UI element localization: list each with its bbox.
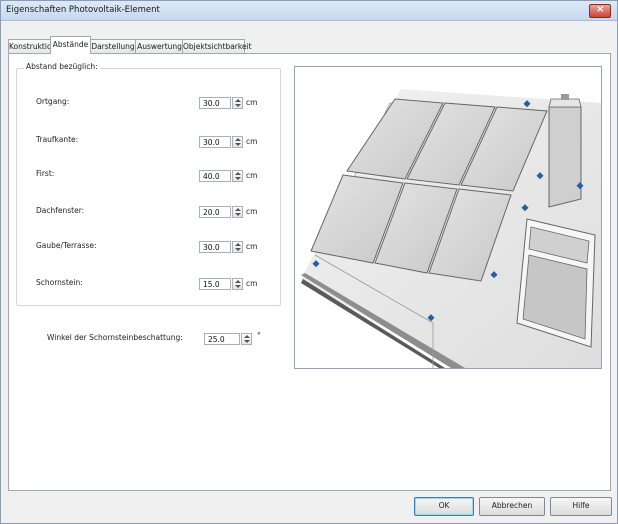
tab-konstruktion[interactable]: Konstruktion <box>8 39 56 53</box>
first-spinner[interactable] <box>232 170 243 182</box>
schornstein-input[interactable]: 15.0 <box>199 278 231 290</box>
winkel-unit: ° <box>257 331 261 340</box>
label-schornstein: Schornstein: <box>36 278 83 287</box>
roof-preview <box>294 66 602 369</box>
first-unit: cm <box>246 171 258 180</box>
title-bar: Eigenschaften Photovoltaik-Element × <box>1 1 617 21</box>
traufkante-spinner[interactable] <box>232 136 243 148</box>
winkel-spinner[interactable] <box>241 333 252 345</box>
traufkante-unit: cm <box>246 137 258 146</box>
tab-darstellung[interactable]: Darstellung <box>89 39 137 53</box>
label-first: First: <box>36 169 55 178</box>
first-input[interactable]: 40.0 <box>199 170 231 182</box>
winkel-input[interactable]: 25.0 <box>204 333 240 345</box>
gaube-terrasse-input[interactable]: 30.0 <box>199 241 231 253</box>
help-button[interactable]: Hilfe <box>550 497 612 516</box>
dachfenster-spinner[interactable] <box>232 206 243 218</box>
dachfenster-input[interactable]: 20.0 <box>199 206 231 218</box>
close-button[interactable]: × <box>589 4 611 18</box>
label-winkel-schornsteinbeschattung: Winkel der Schornsteinbeschattung: <box>47 333 183 342</box>
chimney <box>548 106 582 208</box>
dachfenster-unit: cm <box>246 207 258 216</box>
tab-auswertung[interactable]: Auswertung <box>135 39 184 53</box>
gaube-terrasse-unit: cm <box>246 242 258 251</box>
window-title: Eigenschaften Photovoltaik-Element <box>6 5 160 15</box>
ortgang-spinner[interactable] <box>232 97 243 109</box>
label-gaube-terrasse: Gaube/Terrasse: <box>36 241 97 250</box>
label-dachfenster: Dachfenster: <box>36 206 85 215</box>
traufkante-input[interactable]: 30.0 <box>199 136 231 148</box>
label-traufkante: Traufkante: <box>36 135 79 144</box>
group-title: Abstand bezüglich: <box>24 62 100 71</box>
chimney-cap <box>561 94 569 100</box>
label-ortgang: Ortgang: <box>36 97 70 106</box>
roof-preview-drawing <box>301 89 601 368</box>
gaube-terrasse-spinner[interactable] <box>232 241 243 253</box>
schornstein-unit: cm <box>246 279 258 288</box>
tab-abstaende[interactable]: Abstände <box>50 36 91 54</box>
chimney-top <box>548 98 582 108</box>
schornstein-spinner[interactable] <box>232 278 243 290</box>
close-icon: × <box>596 4 605 15</box>
ortgang-unit: cm <box>246 98 258 107</box>
ortgang-input[interactable]: 30.0 <box>199 97 231 109</box>
ok-button[interactable]: OK <box>414 497 474 516</box>
cancel-button[interactable]: Abbrechen <box>479 497 545 516</box>
tab-objektsichtbarkeit[interactable]: Objektsichtbarkeit <box>182 39 252 53</box>
